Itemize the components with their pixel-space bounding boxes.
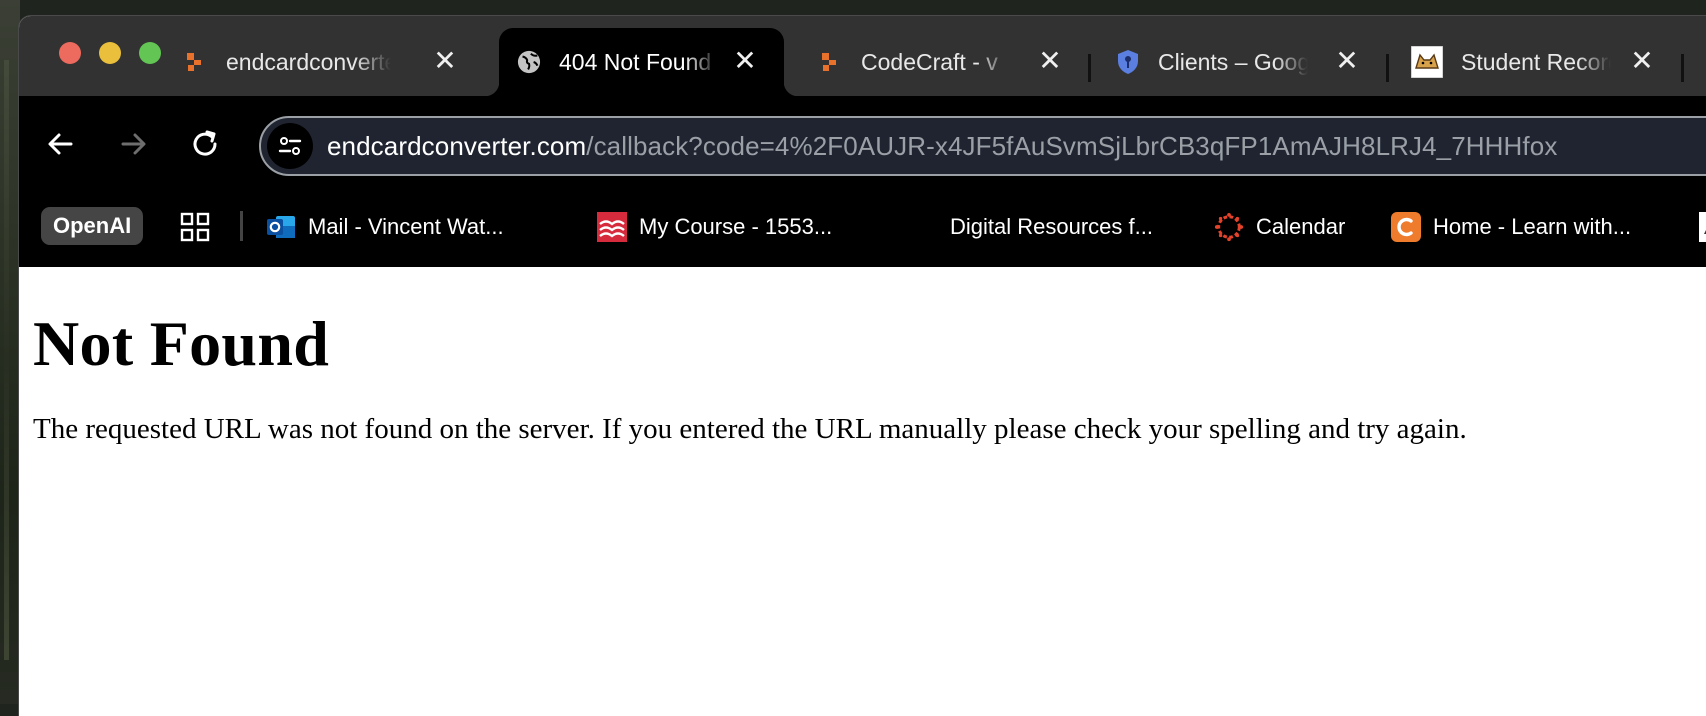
apps-grid-icon[interactable]	[180, 209, 210, 245]
url-path: /callback?code=4%2F0AUJR-x4JF5fAuSvmSjLb…	[586, 131, 1558, 161]
bookmark-separator	[240, 211, 243, 241]
tab-separator	[1088, 54, 1091, 82]
bookmark-digital-resources[interactable]: Digital Resources f...	[950, 209, 1153, 245]
bookmark-label: Calendar	[1256, 214, 1346, 239]
bookmark-openai[interactable]: OpenAI	[41, 207, 144, 245]
tab-codecraft[interactable]: CodeCraft - v ✕	[819, 28, 1089, 96]
forward-arrow-icon[interactable]	[115, 126, 151, 162]
address-bar[interactable]: endcardconverter.com/callback?code=4%2F0…	[259, 116, 1706, 176]
site-settings-icon[interactable]	[267, 123, 313, 169]
tab-404-not-found[interactable]: 404 Not Found ✕	[485, 28, 798, 96]
globe-icon	[517, 50, 541, 74]
bookmarks-bar: OpenAI Mail - Vincent Wat... My Course -…	[19, 193, 1706, 267]
bookmark-label: Digital Resources f...	[950, 214, 1153, 239]
url-host: endcardconverter.com	[327, 131, 587, 161]
cat-logo-icon	[1411, 46, 1443, 78]
page-content: Not Found The requested URL was not foun…	[19, 267, 1706, 716]
endcard-orange-icon	[184, 50, 208, 74]
bookmark-mail[interactable]: Mail - Vincent Wat...	[266, 209, 504, 245]
close-tab-icon[interactable]: ✕	[432, 47, 458, 75]
toolbar: endcardconverter.com/callback?code=4%2F0…	[19, 96, 1706, 193]
shield-key-icon	[1116, 50, 1140, 74]
outlook-icon	[266, 212, 296, 242]
codecraft-orange-icon	[819, 50, 843, 74]
bookmark-label: Mail - Vincent Wat...	[308, 214, 504, 239]
tab-title: endcardconverter	[226, 48, 391, 75]
page-title: Not Found	[33, 308, 330, 379]
bookmark-overflow[interactable]	[1699, 209, 1706, 245]
close-tab-icon[interactable]: ✕	[1629, 47, 1655, 75]
bookmark-my-course[interactable]: My Course - 1553...	[597, 209, 832, 245]
minimize-window-button[interactable]	[99, 42, 121, 64]
desktop-background	[0, 0, 20, 704]
learn-orange-c-icon	[1391, 212, 1421, 242]
bookmark-calendar[interactable]: Calendar	[1214, 209, 1345, 245]
tab-separator	[1386, 54, 1389, 82]
bookmark-label: My Course - 1553...	[639, 214, 833, 239]
course-red-icon	[597, 212, 627, 242]
canvas-calendar-icon	[1214, 212, 1244, 242]
close-tab-icon[interactable]: ✕	[1037, 47, 1063, 75]
sailboat-icon	[1699, 212, 1706, 242]
reload-icon[interactable]	[187, 126, 223, 162]
error-message: The requested URL was not found on the s…	[33, 413, 1467, 445]
bookmark-home-learn[interactable]: Home - Learn with...	[1391, 209, 1631, 245]
tab-clients-google[interactable]: Clients – Google ✕	[1116, 28, 1386, 96]
bookmark-label: Home - Learn with...	[1433, 214, 1632, 239]
close-window-button[interactable]	[59, 42, 81, 64]
url-text: endcardconverter.com/callback?code=4%2F0…	[327, 131, 1557, 162]
tab-title: Clients – Google	[1158, 48, 1308, 75]
close-tab-icon[interactable]: ✕	[1334, 47, 1360, 75]
tab-separator	[1681, 54, 1684, 82]
tab-endcardconverter[interactable]: endcardconverter ✕	[184, 28, 484, 96]
tab-bar: endcardconverter ✕ 404 Not Found ✕ CodeC…	[19, 16, 1706, 96]
close-tab-icon[interactable]: ✕	[732, 47, 758, 75]
back-arrow-icon[interactable]	[43, 126, 79, 162]
tab-title: 404 Not Found	[559, 48, 712, 75]
browser-window: endcardconverter ✕ 404 Not Found ✕ CodeC…	[19, 16, 1706, 716]
maximize-window-button[interactable]	[139, 42, 161, 64]
tab-student-records[interactable]: Student Records ✕	[1411, 28, 1681, 96]
tab-title: CodeCraft - v	[861, 48, 998, 75]
tab-title: Student Records	[1461, 48, 1611, 75]
